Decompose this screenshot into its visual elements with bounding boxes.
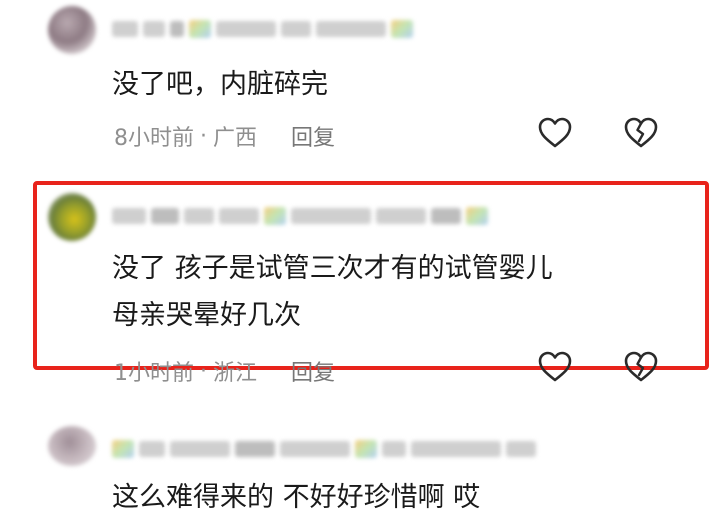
badge-icon — [112, 440, 134, 458]
meta-separator: · — [200, 358, 207, 384]
reply-button[interactable]: 回复 — [291, 355, 335, 387]
heart-outline-icon[interactable] — [538, 351, 572, 383]
comment-meta: 1小时前 · 浙江 回复 — [114, 355, 335, 387]
comment-text: 这么难得来的 不好好珍惜啊 哎 — [112, 482, 481, 513]
comment-list: 没了吧，内脏碎完 8小时前 · 广西 回复 没了 孩子是试管三次才有的试管婴儿 … — [0, 0, 711, 517]
comment-time: 1小时前 — [114, 361, 194, 386]
meta-separator: · — [200, 123, 207, 149]
comment-text-line-2: 母亲哭晕好几次 — [112, 300, 301, 331]
avatar[interactable] — [48, 193, 96, 241]
reply-button[interactable]: 回复 — [291, 120, 335, 152]
heart-outline-icon[interactable] — [538, 117, 572, 149]
comment-location: 广西 — [213, 126, 258, 151]
username-blurred[interactable] — [112, 18, 413, 40]
badge-icon — [355, 440, 377, 458]
badge-icon — [391, 20, 413, 38]
avatar[interactable] — [48, 426, 96, 466]
badge-icon — [189, 20, 211, 38]
avatar[interactable] — [48, 6, 96, 54]
comment-meta: 8小时前 · 广西 回复 — [114, 120, 335, 152]
username-blurred[interactable] — [112, 438, 536, 460]
username-blurred[interactable] — [112, 205, 488, 227]
broken-heart-outline-icon[interactable] — [624, 117, 658, 149]
badge-icon — [466, 207, 488, 225]
comment-time: 8小时前 — [114, 126, 194, 151]
comment-text: 没了吧，内脏碎完 — [112, 69, 328, 100]
broken-heart-outline-icon[interactable] — [624, 351, 658, 383]
comment-location: 浙江 — [213, 361, 258, 386]
badge-icon — [264, 207, 286, 225]
comment-text-line-1: 没了 孩子是试管三次才有的试管婴儿 — [112, 253, 553, 284]
